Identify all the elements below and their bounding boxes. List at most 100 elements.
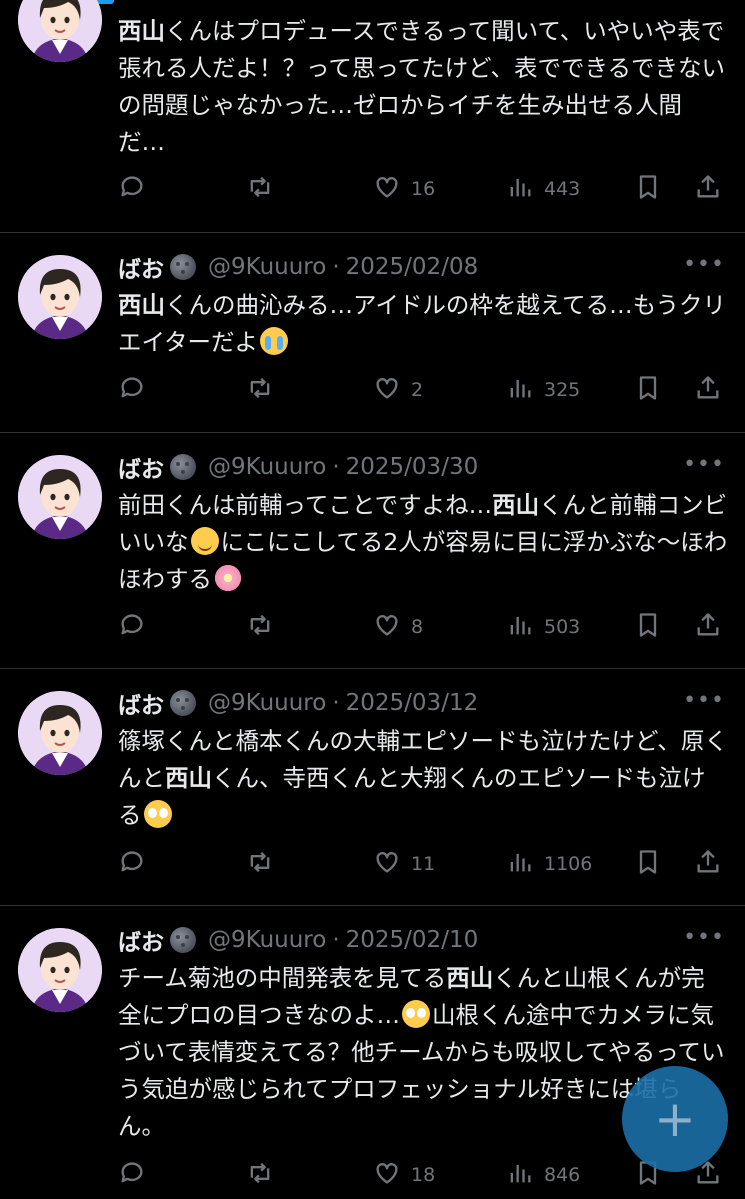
view-count: 1106 [544,853,593,875]
share-icon [694,611,722,644]
tweet-text: 西山くんはプロデュースできるって聞いて、いやいや表で張れる人だよ！？って思ってた… [118,17,726,156]
compose-plus-icon: + [654,1090,696,1148]
avatar-illustration-icon [18,928,102,1012]
views-button[interactable]: 443 [506,172,580,206]
user-handle[interactable]: @9Kuuuro [208,454,326,480]
tweet-date[interactable]: 2025/03/12 [346,690,479,716]
crying-emoji-icon [260,327,289,355]
reply-icon [118,848,146,881]
avatar-illustration-icon [18,455,102,539]
display-name[interactable]: ばお [118,450,164,484]
reply-button[interactable] [118,610,146,644]
like-count: 16 [411,178,436,200]
more-options-icon[interactable]: ••• [683,452,725,477]
reply-button[interactable] [118,373,146,407]
avatar-illustration-icon [18,0,102,62]
retweet-button[interactable] [246,373,274,407]
display-name[interactable]: ばお [118,686,164,720]
views-chart-icon [506,848,534,881]
like-button[interactable]: 11 [373,847,435,881]
divider [0,232,745,233]
share-button[interactable] [694,172,722,206]
tweet-actions: 8 503 [118,610,728,644]
retweet-icon [246,173,274,206]
share-icon [694,374,722,407]
avatar-illustration-icon [18,255,102,339]
moon-emoji-icon [170,454,196,480]
views-button[interactable]: 1106 [506,847,592,881]
retweet-icon [246,848,274,881]
views-button[interactable]: 846 [506,1158,580,1192]
like-count: 18 [411,1164,436,1186]
bookmark-icon [634,173,662,206]
smiling-emoji-icon [190,527,219,555]
moon-emoji-icon [170,690,196,716]
avatar[interactable] [18,928,102,1012]
avatar[interactable] [18,455,102,539]
reply-icon [118,173,146,206]
retweet-button[interactable] [246,1158,274,1192]
tweet-actions: 2 325 [118,373,728,407]
more-options-icon[interactable]: ••• [683,925,725,950]
separator-dot: · [332,254,340,280]
share-button[interactable] [694,610,722,644]
user-handle[interactable]: @9Kuuuro [208,927,326,953]
views-button[interactable]: 503 [506,610,580,644]
bookmark-button[interactable] [634,610,662,644]
share-icon [694,848,722,881]
user-handle[interactable]: @9Kuuuro [208,254,326,280]
avatar[interactable] [18,0,102,62]
more-options-icon[interactable]: ••• [683,688,725,713]
view-count: 443 [544,178,581,200]
avatar-illustration-icon [18,691,102,775]
tweet-actions: 16 443 [118,172,728,206]
tweet-text: 西山くんの曲沁みる…アイドルの枠を越えてる…もうクリエイターだよ [118,291,726,356]
bookmark-button[interactable] [634,373,662,407]
views-chart-icon [506,611,534,644]
like-button[interactable]: 16 [373,172,435,206]
heart-icon [373,848,401,881]
reply-button[interactable] [118,172,146,206]
heart-icon [373,1159,401,1192]
reply-icon [118,1159,146,1192]
views-button[interactable]: 325 [506,373,580,407]
display-name[interactable]: ばお [118,250,164,284]
retweet-icon [246,611,274,644]
moon-emoji-icon [170,254,196,280]
like-button[interactable]: 2 [373,373,423,407]
heart-icon [373,173,401,206]
retweet-button[interactable] [246,847,274,881]
like-count: 11 [411,853,436,875]
avatar[interactable] [18,691,102,775]
heart-icon [373,374,401,407]
more-options-icon[interactable]: ••• [683,252,725,277]
retweet-icon [246,1159,274,1192]
reply-button[interactable] [118,1158,146,1192]
heart-icon [373,611,401,644]
user-handle[interactable]: @9Kuuuro [208,690,326,716]
compose-button[interactable]: + [622,1066,728,1172]
tweet-date[interactable]: 2025/02/08 [346,254,479,280]
bookmark-button[interactable] [634,847,662,881]
share-button[interactable] [694,373,722,407]
like-count: 8 [411,616,424,638]
retweet-button[interactable] [246,172,274,206]
reply-button[interactable] [118,847,146,881]
tweet-actions: 18 846 [118,1158,728,1192]
tweet-header: ばお @9Kuuuro · 2025/02/10 [118,923,478,957]
like-button[interactable]: 8 [373,610,423,644]
views-chart-icon [506,173,534,206]
like-button[interactable]: 18 [373,1158,435,1192]
divider [0,432,745,433]
tweet-header: ばお @9Kuuuro · 2025/03/12 [118,686,478,720]
separator-dot: · [332,927,340,953]
tweet-date[interactable]: 2025/02/10 [346,927,479,953]
tweet-date[interactable]: 2025/03/30 [346,454,479,480]
tweet-header: ばお @9Kuuuro · 2025/02/08 [118,250,478,284]
avatar[interactable] [18,255,102,339]
retweet-button[interactable] [246,610,274,644]
share-button[interactable] [694,847,722,881]
like-count: 2 [411,379,424,401]
display-name[interactable]: ばお [118,923,164,957]
bookmark-button[interactable] [634,172,662,206]
